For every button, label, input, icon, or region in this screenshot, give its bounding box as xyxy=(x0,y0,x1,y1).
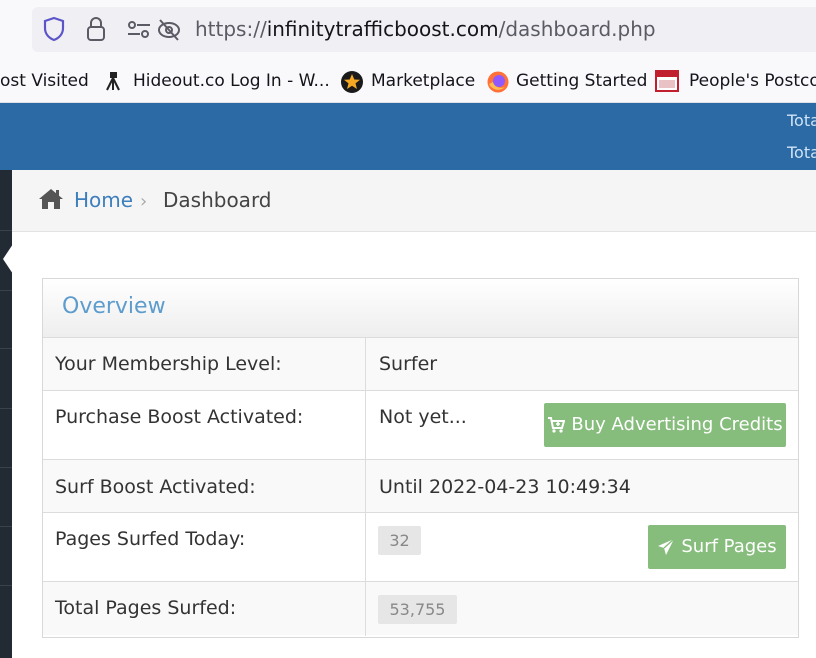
sidebar-divider xyxy=(0,290,12,291)
star-icon xyxy=(340,70,363,93)
column-divider xyxy=(365,338,366,636)
surf-boost-value: Until 2022-04-23 10:49:34 xyxy=(379,476,631,498)
surf-pages-label: Surf Pages xyxy=(681,536,777,557)
postcode-icon xyxy=(655,70,679,92)
sidebar-divider xyxy=(0,526,12,527)
panel-title: Overview xyxy=(62,294,166,319)
pages-surfed-today-badge: 32 xyxy=(378,526,421,555)
total-pages-surfed-badge: 53,755 xyxy=(378,595,457,624)
url-text[interactable]: https://infinitytrafficboost.com/dashboa… xyxy=(195,7,656,52)
shield-icon[interactable] xyxy=(43,16,65,46)
lock-icon[interactable] xyxy=(85,16,107,46)
purchase-boost-label: Purchase Boost Activated: xyxy=(55,406,304,428)
url-domain: infinitytrafficboost.com xyxy=(266,17,499,41)
sidebar-divider xyxy=(0,408,12,409)
url-path: /dashboard.php xyxy=(498,17,656,41)
pages-surfed-today-label: Pages Surfed Today: xyxy=(55,528,246,550)
buy-advertising-credits-button[interactable]: Buy Advertising Credits xyxy=(544,403,786,447)
firefox-icon xyxy=(486,70,509,93)
breadcrumb-separator: › xyxy=(140,191,148,212)
tripod-icon xyxy=(102,70,124,92)
cart-plus-icon xyxy=(548,417,566,433)
url-scheme: https:// xyxy=(195,17,267,41)
sidebar-divider xyxy=(0,348,12,349)
bookmarks-bar: ost Visited Hideout.co Log In - W... Mar… xyxy=(0,60,816,103)
bookmark-most-visited[interactable]: ost Visited xyxy=(0,60,89,102)
total-pages-surfed-label: Total Pages Surfed: xyxy=(55,597,237,619)
permissions-icon[interactable] xyxy=(126,19,152,45)
surf-boost-label: Surf Boost Activated: xyxy=(55,476,256,498)
bookmark-hideout[interactable]: Hideout.co Log In - W... xyxy=(133,60,330,102)
header-stat-1: Tota xyxy=(787,111,816,130)
purchase-boost-value: Not yet... xyxy=(379,406,467,428)
sidebar-divider xyxy=(0,585,12,586)
sidebar-divider xyxy=(0,230,12,231)
membership-level-label: Your Membership Level: xyxy=(55,353,282,375)
breadcrumb-home-link[interactable]: Home xyxy=(74,186,133,214)
surf-pages-button[interactable]: Surf Pages xyxy=(648,525,786,569)
sidebar-divider xyxy=(0,467,12,468)
bookmark-marketplace[interactable]: Marketplace xyxy=(371,60,475,102)
bookmark-peoples-postcode[interactable]: People's Postcod xyxy=(689,60,816,102)
membership-level-value: Surfer xyxy=(379,353,438,375)
paper-plane-icon xyxy=(658,538,675,555)
active-nav-indicator xyxy=(3,244,13,274)
breadcrumb-current: Dashboard xyxy=(163,188,272,212)
bookmark-getting-started[interactable]: Getting Started xyxy=(516,60,647,102)
buy-advertising-credits-label: Buy Advertising Credits xyxy=(571,414,783,435)
home-icon[interactable] xyxy=(38,187,64,211)
site-header: Tota Tota xyxy=(0,103,816,170)
header-stat-2: Tota xyxy=(787,143,816,162)
tracking-blocked-icon[interactable] xyxy=(156,18,182,46)
